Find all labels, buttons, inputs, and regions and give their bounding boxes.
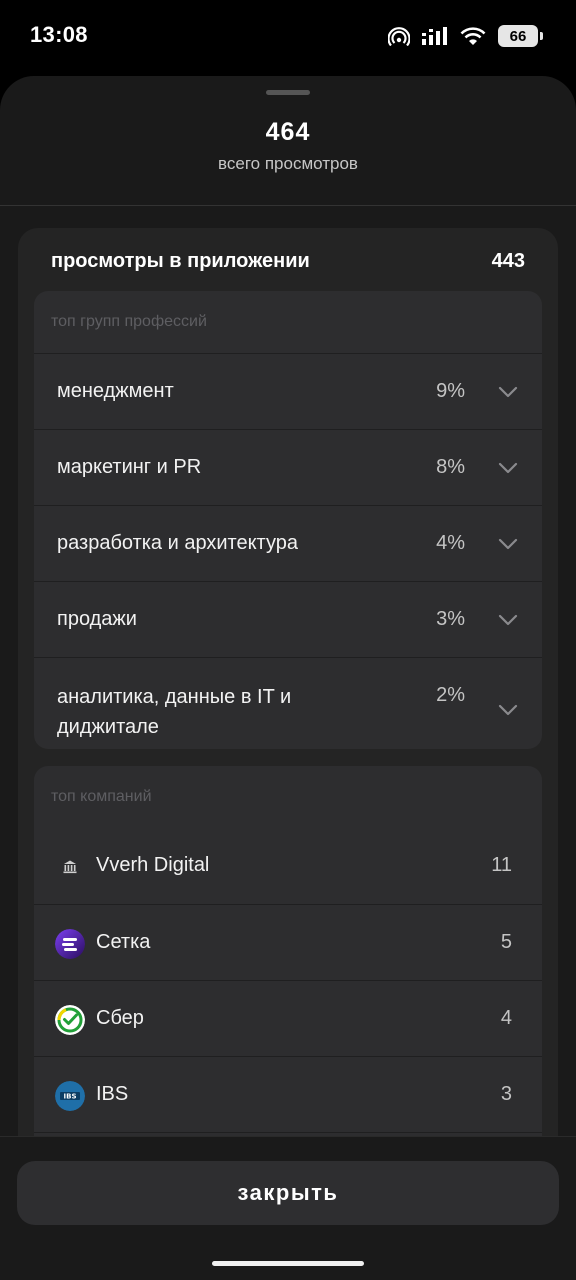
signal-icon (422, 27, 447, 45)
professions-section: топ групп профессий менеджмент 9% маркет… (34, 291, 542, 749)
chevron-down-icon[interactable] (498, 704, 518, 716)
app-views-card: просмотры в приложении 443 топ групп про… (18, 228, 558, 1238)
profession-percent: 3% (436, 608, 465, 630)
profession-percent: 9% (436, 380, 465, 402)
chevron-down-icon[interactable] (498, 538, 518, 550)
sber-logo-icon (55, 1005, 85, 1035)
bank-icon (63, 860, 77, 874)
company-count: 4 (500, 1007, 512, 1029)
company-row-setka[interactable]: Сетка 5 (34, 904, 542, 980)
profession-name: маркетинг и PR (57, 456, 202, 478)
status-icons: 66 (388, 22, 543, 50)
company-row-ibs[interactable]: IBS IBS 3 (34, 1056, 542, 1132)
svg-text:IBS: IBS (64, 1093, 77, 1101)
profession-percent: 4% (436, 532, 465, 554)
views-sheet: 464 всего просмотров просмотры в приложе… (0, 76, 576, 1280)
company-row-vverh-digital[interactable]: Vverh Digital 11 (34, 828, 542, 904)
company-name: Vverh Digital (96, 854, 210, 876)
professions-title: топ групп профессий (51, 313, 207, 330)
company-count: 3 (500, 1083, 512, 1105)
company-name: IBS (96, 1083, 129, 1105)
battery-icon: 66 (498, 25, 543, 47)
profession-row-development[interactable]: разработка и архитектура 4% (34, 505, 542, 581)
app-views-title: просмотры в приложении (51, 250, 310, 272)
company-name: Сбер (96, 1007, 144, 1029)
setka-logo-icon (55, 929, 85, 959)
profession-name: продажи (57, 608, 137, 630)
profession-name: менеджмент (57, 380, 174, 402)
total-views-count: 464 (265, 118, 311, 146)
hotspot-icon (388, 27, 410, 46)
profession-row-sales[interactable]: продажи 3% (34, 581, 542, 657)
app-views-count: 443 (491, 250, 525, 272)
company-count: 5 (500, 931, 512, 953)
app-views-header: просмотры в приложении 443 (51, 250, 525, 273)
profession-percent: 2% (436, 684, 465, 706)
company-name: Сетка (96, 931, 151, 953)
status-bar: 13:08 66 (0, 0, 576, 72)
company-row-sber[interactable]: Сбер 4 (34, 980, 542, 1056)
sheet-drag-handle[interactable] (266, 90, 310, 95)
profession-row-analytics[interactable]: аналитика, данные в IT и диджитале 2% (34, 657, 542, 749)
total-views-label: всего просмотров (218, 154, 358, 173)
profession-percent: 8% (436, 456, 465, 478)
chevron-down-icon[interactable] (498, 614, 518, 626)
chevron-down-icon[interactable] (498, 462, 518, 474)
wifi-icon (460, 27, 486, 45)
close-button[interactable]: закрыть (17, 1161, 559, 1225)
companies-title: топ компаний (51, 788, 152, 805)
ibs-logo-icon: IBS (55, 1081, 85, 1111)
profession-name: аналитика, данные в IT и диджитале (57, 686, 292, 738)
bottom-bar: закрыть (0, 1136, 576, 1280)
company-count: 11 (491, 854, 512, 876)
profession-row-management[interactable]: менеджмент 9% (34, 353, 542, 429)
chevron-down-icon[interactable] (498, 386, 518, 398)
home-indicator[interactable] (212, 1261, 364, 1266)
profession-name: разработка и архитектура (57, 532, 298, 554)
divider (0, 205, 576, 206)
profession-row-marketing[interactable]: маркетинг и PR 8% (34, 429, 542, 505)
status-time: 13:08 (30, 22, 88, 47)
